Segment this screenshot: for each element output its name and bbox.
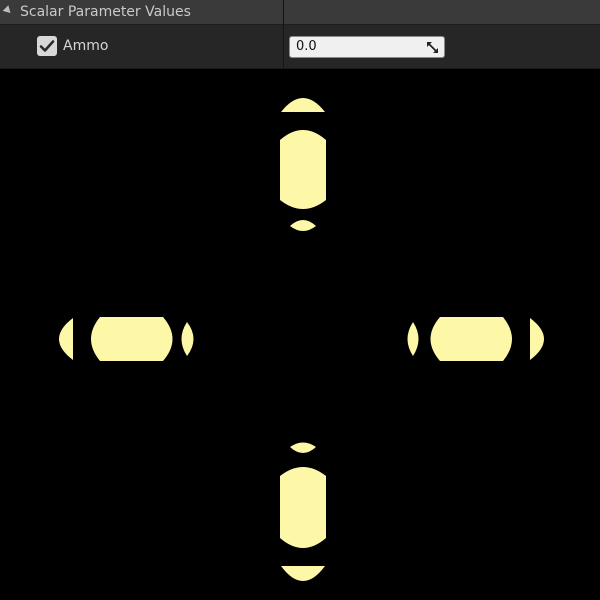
category-header-scalar-parameter-values[interactable]: Scalar Parameter Values (0, 0, 600, 25)
category-title: Scalar Parameter Values (20, 4, 191, 20)
ammo-override-checkbox[interactable] (37, 36, 57, 56)
ammo-value-input[interactable]: 0.0 (289, 36, 445, 58)
parameter-row-ammo: Ammo 0.0 (0, 25, 600, 68)
collapse-arrow-icon[interactable] (2, 5, 14, 16)
checkmark-icon (39, 40, 55, 52)
material-preview-viewport (0, 69, 600, 600)
crosshair-right-arm (407, 317, 544, 361)
parameter-name-label: Ammo (63, 38, 109, 54)
crosshair-top-arm (280, 98, 326, 231)
details-panel: Scalar Parameter Values Ammo 0.0 (0, 0, 600, 69)
crosshair-bottom-arm (280, 442, 326, 581)
crosshair-left-arm (59, 317, 194, 361)
ammo-value-text: 0.0 (296, 39, 317, 54)
drag-resize-icon[interactable] (427, 42, 438, 53)
column-divider[interactable] (283, 0, 284, 68)
crosshair-preview (59, 98, 544, 581)
